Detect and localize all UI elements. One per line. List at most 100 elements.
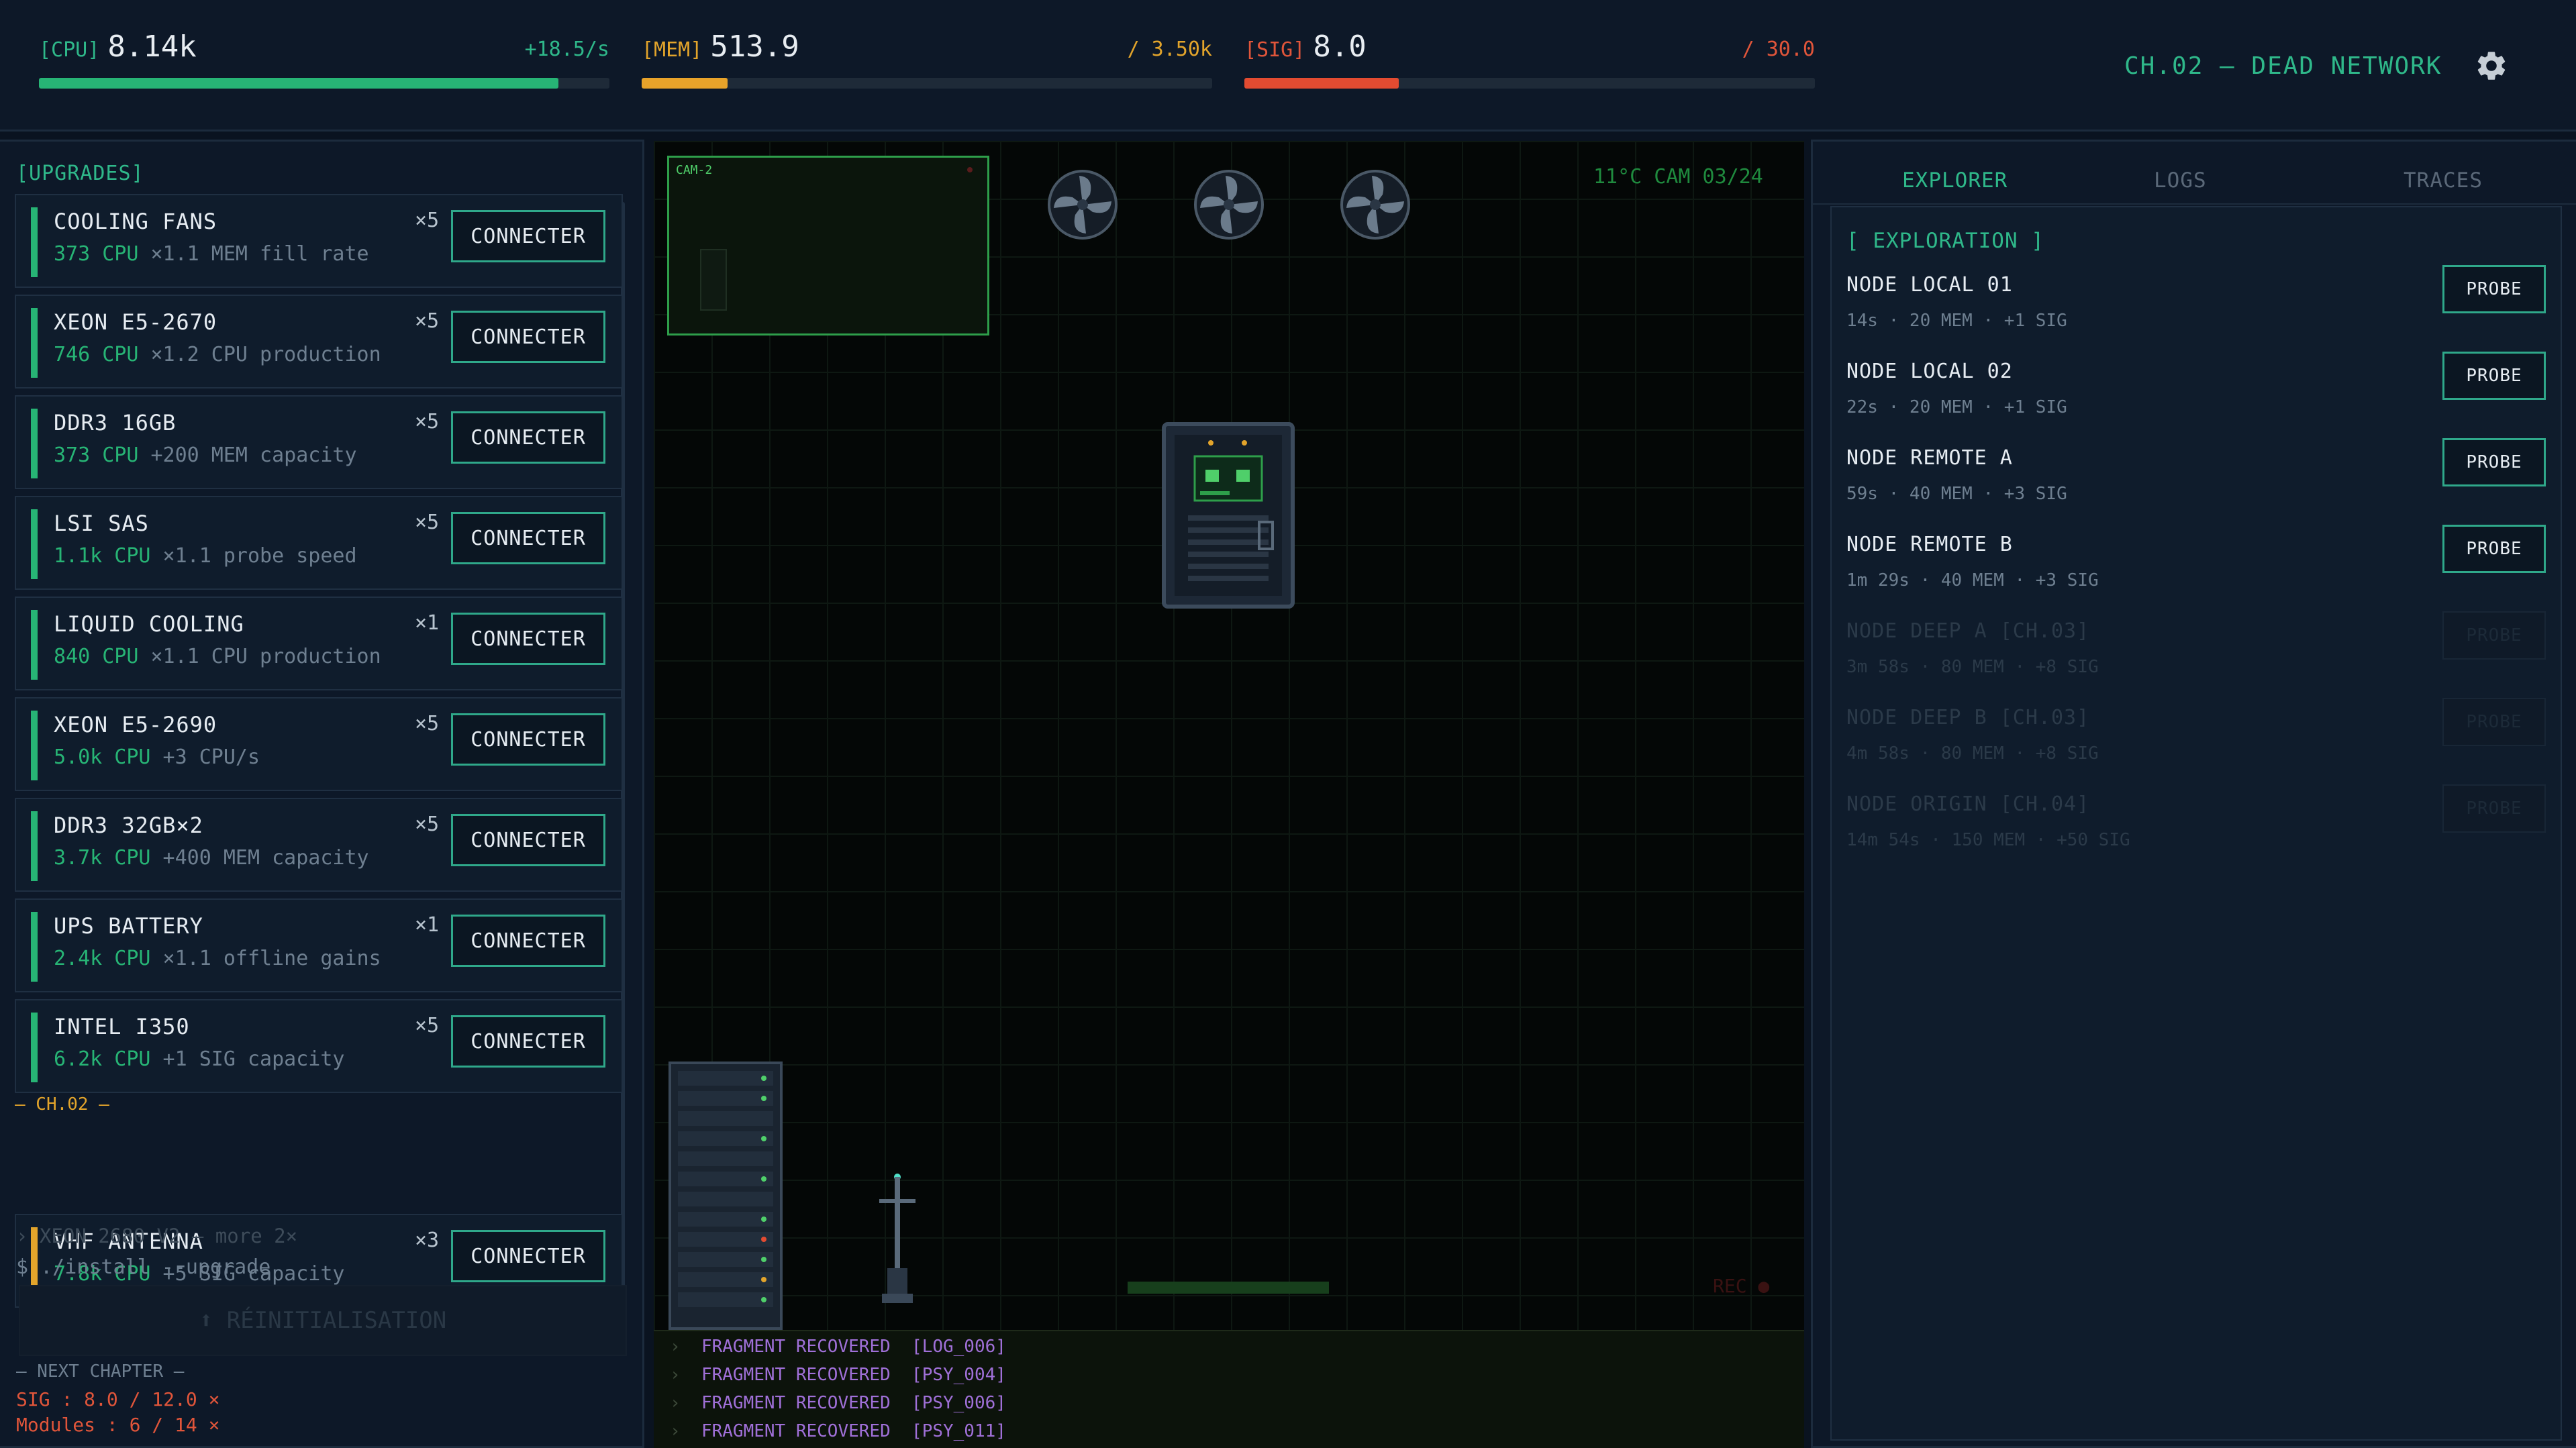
probe-button: PROBE	[2442, 611, 2546, 660]
server-icon[interactable]	[1161, 421, 1295, 609]
upgrade-card: INTEL I350 6.2k CPU +1 SIG capacity ×5 CONN…	[15, 999, 623, 1093]
upgrade-accent	[31, 509, 38, 579]
upgrade-card: LSI SAS 1.1k CPU ×1.1 probe speed ×5 CONNEC…	[15, 496, 623, 590]
connecter-button[interactable]: CONNECTER	[451, 1230, 605, 1282]
connecter-button[interactable]: CONNECTER	[451, 411, 605, 464]
upgrade-card: XEON E5-2670 746 CPU ×1.2 CPU production ×…	[15, 295, 623, 389]
upgrade-card: DDR3 16GB 373 CPU +200 MEM capacity ×5 CONN…	[15, 395, 623, 489]
upgrade-accent	[31, 610, 38, 680]
camera-preview-rack	[700, 249, 727, 311]
connecter-button[interactable]: CONNECTER	[451, 210, 605, 262]
fan-icon	[1048, 170, 1118, 240]
upgrade-description: 746 CPU ×1.2 CPU production	[54, 343, 381, 366]
sig-progress-fill	[1244, 78, 1399, 89]
upgrade-cost: 746 CPU	[54, 343, 139, 366]
sig-progress-track	[1244, 78, 1815, 89]
explorer-node: NODE LOCAL 02 22s · 20 MEM · +1 SIG PROBE	[1832, 352, 2563, 438]
probe-button[interactable]: PROBE	[2442, 438, 2546, 486]
reinitialisation-button[interactable]: ⬆ RÉINITIALISATION	[19, 1285, 627, 1356]
upgrade-accent	[31, 308, 38, 378]
next-chapter-label: — NEXT CHAPTER —	[16, 1361, 185, 1382]
connecter-button[interactable]: CONNECTER	[451, 311, 605, 363]
upgrade-name: LSI SAS	[54, 511, 149, 536]
upgrade-effect: ×1.1 probe speed	[150, 544, 357, 568]
upgrade-count: ×5	[415, 309, 440, 333]
mem-value: 513.9	[710, 30, 799, 64]
upgrade-name: UPS BATTERY	[54, 913, 203, 939]
explorer-node: NODE LOCAL 01 14s · 20 MEM · +1 SIG PROBE	[1832, 265, 2563, 352]
upgrade-name: XEON E5-2670	[54, 309, 217, 335]
log-line: › FRAGMENT RECOVERED [PSY_004]	[670, 1365, 1006, 1385]
upgrade-card: UPS BATTERY 2.4k CPU ×1.1 offline gains ×1…	[15, 898, 623, 992]
explorer-node: NODE DEEP B [CH.03] 4m 58s · 80 MEM · +8 …	[1832, 698, 2563, 784]
connecter-button[interactable]: CONNECTER	[451, 512, 605, 564]
camera-status-dot	[967, 167, 973, 172]
upgrade-effect: +3 CPU/s	[150, 745, 260, 769]
mem-progress-track	[642, 78, 1212, 89]
upgrade-name: DDR3 16GB	[54, 410, 177, 435]
connecter-button[interactable]: CONNECTER	[451, 915, 605, 967]
log-line: › FRAGMENT RECOVERED [PSY_011]	[670, 1421, 1006, 1441]
upgrade-cost: 840 CPU	[54, 645, 139, 668]
explorer-node: NODE REMOTE A 59s · 40 MEM · +3 SIG PROBE	[1832, 438, 2563, 525]
camera-label: CAM-2	[676, 163, 713, 177]
upgrade-effect: ×1.2 CPU production	[138, 343, 381, 366]
upgrade-count: ×5	[415, 813, 440, 836]
upgrade-count: ×5	[415, 1014, 440, 1037]
node-meta: 3m 58s · 80 MEM · +8 SIG	[1846, 657, 2099, 677]
server-rack-icon[interactable]	[668, 1062, 783, 1330]
install-command: $ ./install --upgrade	[16, 1255, 271, 1279]
resource-bar: [CPU] 8.14k +18.5/s [MEM] 513.9 / 3.50k [S…	[0, 0, 2576, 132]
cpu-rate: +18.5/s	[524, 38, 609, 61]
upgrade-effect: +1 SIG capacity	[150, 1047, 345, 1071]
upgrade-effect: ×1.1 offline gains	[150, 947, 381, 970]
connecter-button[interactable]: CONNECTER	[451, 713, 605, 766]
connecter-button[interactable]: CONNECTER	[451, 1015, 605, 1068]
upgrade-card: XEON E5-2690 5.0k CPU +3 CPU/s ×5 CONNECTER	[15, 697, 623, 791]
upgrade-accent	[31, 811, 38, 881]
chapter-title: CH.02 — DEAD NETWORK	[2124, 52, 2442, 80]
connecter-button[interactable]: CONNECTER	[451, 613, 605, 665]
connecter-button[interactable]: CONNECTER	[451, 814, 605, 866]
upgrade-card: DDR3 32GB×2 3.7k CPU +400 MEM capacity ×5 C…	[15, 798, 623, 892]
upgrade-cost: 373 CPU	[54, 242, 139, 266]
upgrade-count: ×1	[415, 913, 440, 937]
locked-upgrade-hint: › XEON 2680 V2 — more 2×	[16, 1225, 298, 1247]
node-name: NODE DEEP B [CH.03]	[1846, 706, 2090, 729]
server-room-scene[interactable]: CAM-2 11°C CAM 03/24 REC ●	[654, 141, 1804, 1330]
upgrade-description: 373 CPU +200 MEM capacity	[54, 444, 357, 467]
probe-button: PROBE	[2442, 698, 2546, 746]
upgrade-name: COOLING FANS	[54, 209, 217, 234]
fan-icon	[1340, 170, 1410, 240]
tab-logs[interactable]: LOGS	[2154, 168, 2207, 193]
node-name: NODE LOCAL 02	[1846, 360, 2013, 383]
node-meta: 59s · 40 MEM · +3 SIG	[1846, 484, 2067, 504]
tab-divider	[1813, 203, 2576, 205]
sig-value: 8.0	[1313, 30, 1367, 64]
upgrade-count: ×1	[415, 611, 440, 635]
tab-traces[interactable]: TRACES	[2404, 168, 2483, 193]
antenna-icon[interactable]	[867, 1168, 928, 1308]
mem-progress-fill	[642, 78, 728, 89]
upgrade-name: XEON E5-2690	[54, 712, 217, 737]
camera-readout: 11°C CAM 03/24	[1593, 165, 1763, 189]
settings-button[interactable]	[2474, 48, 2509, 83]
probe-button[interactable]: PROBE	[2442, 265, 2546, 313]
gear-icon[interactable]	[2474, 48, 2509, 83]
probe-button[interactable]: PROBE	[2442, 352, 2546, 400]
upgrade-name: LIQUID COOLING	[54, 611, 244, 637]
mem-stat: [MEM] 513.9 / 3.50k	[642, 30, 1212, 97]
upgrade-name: INTEL I350	[54, 1014, 190, 1039]
upgrade-description: 373 CPU ×1.1 MEM fill rate	[54, 242, 369, 266]
node-name: NODE REMOTE B	[1846, 533, 2013, 556]
node-name: NODE DEEP A [CH.03]	[1846, 619, 2090, 643]
probe-button[interactable]: PROBE	[2442, 525, 2546, 573]
next-chapter-sig-requirement: SIG : 8.0 / 12.0 ×	[16, 1388, 220, 1410]
camera-preview[interactable]: CAM-2	[667, 156, 989, 335]
cpu-stat: [CPU] 8.14k +18.5/s	[39, 30, 609, 97]
cpu-value: 8.14k	[107, 30, 197, 64]
sig-stat: [SIG] 8.0 / 30.0	[1244, 30, 1815, 97]
tab-explorer[interactable]: EXPLORER	[1902, 168, 2008, 193]
upgrade-accent	[31, 1013, 38, 1082]
upgrade-card: COOLING FANS 373 CPU ×1.1 MEM fill rate ×5…	[15, 194, 623, 288]
